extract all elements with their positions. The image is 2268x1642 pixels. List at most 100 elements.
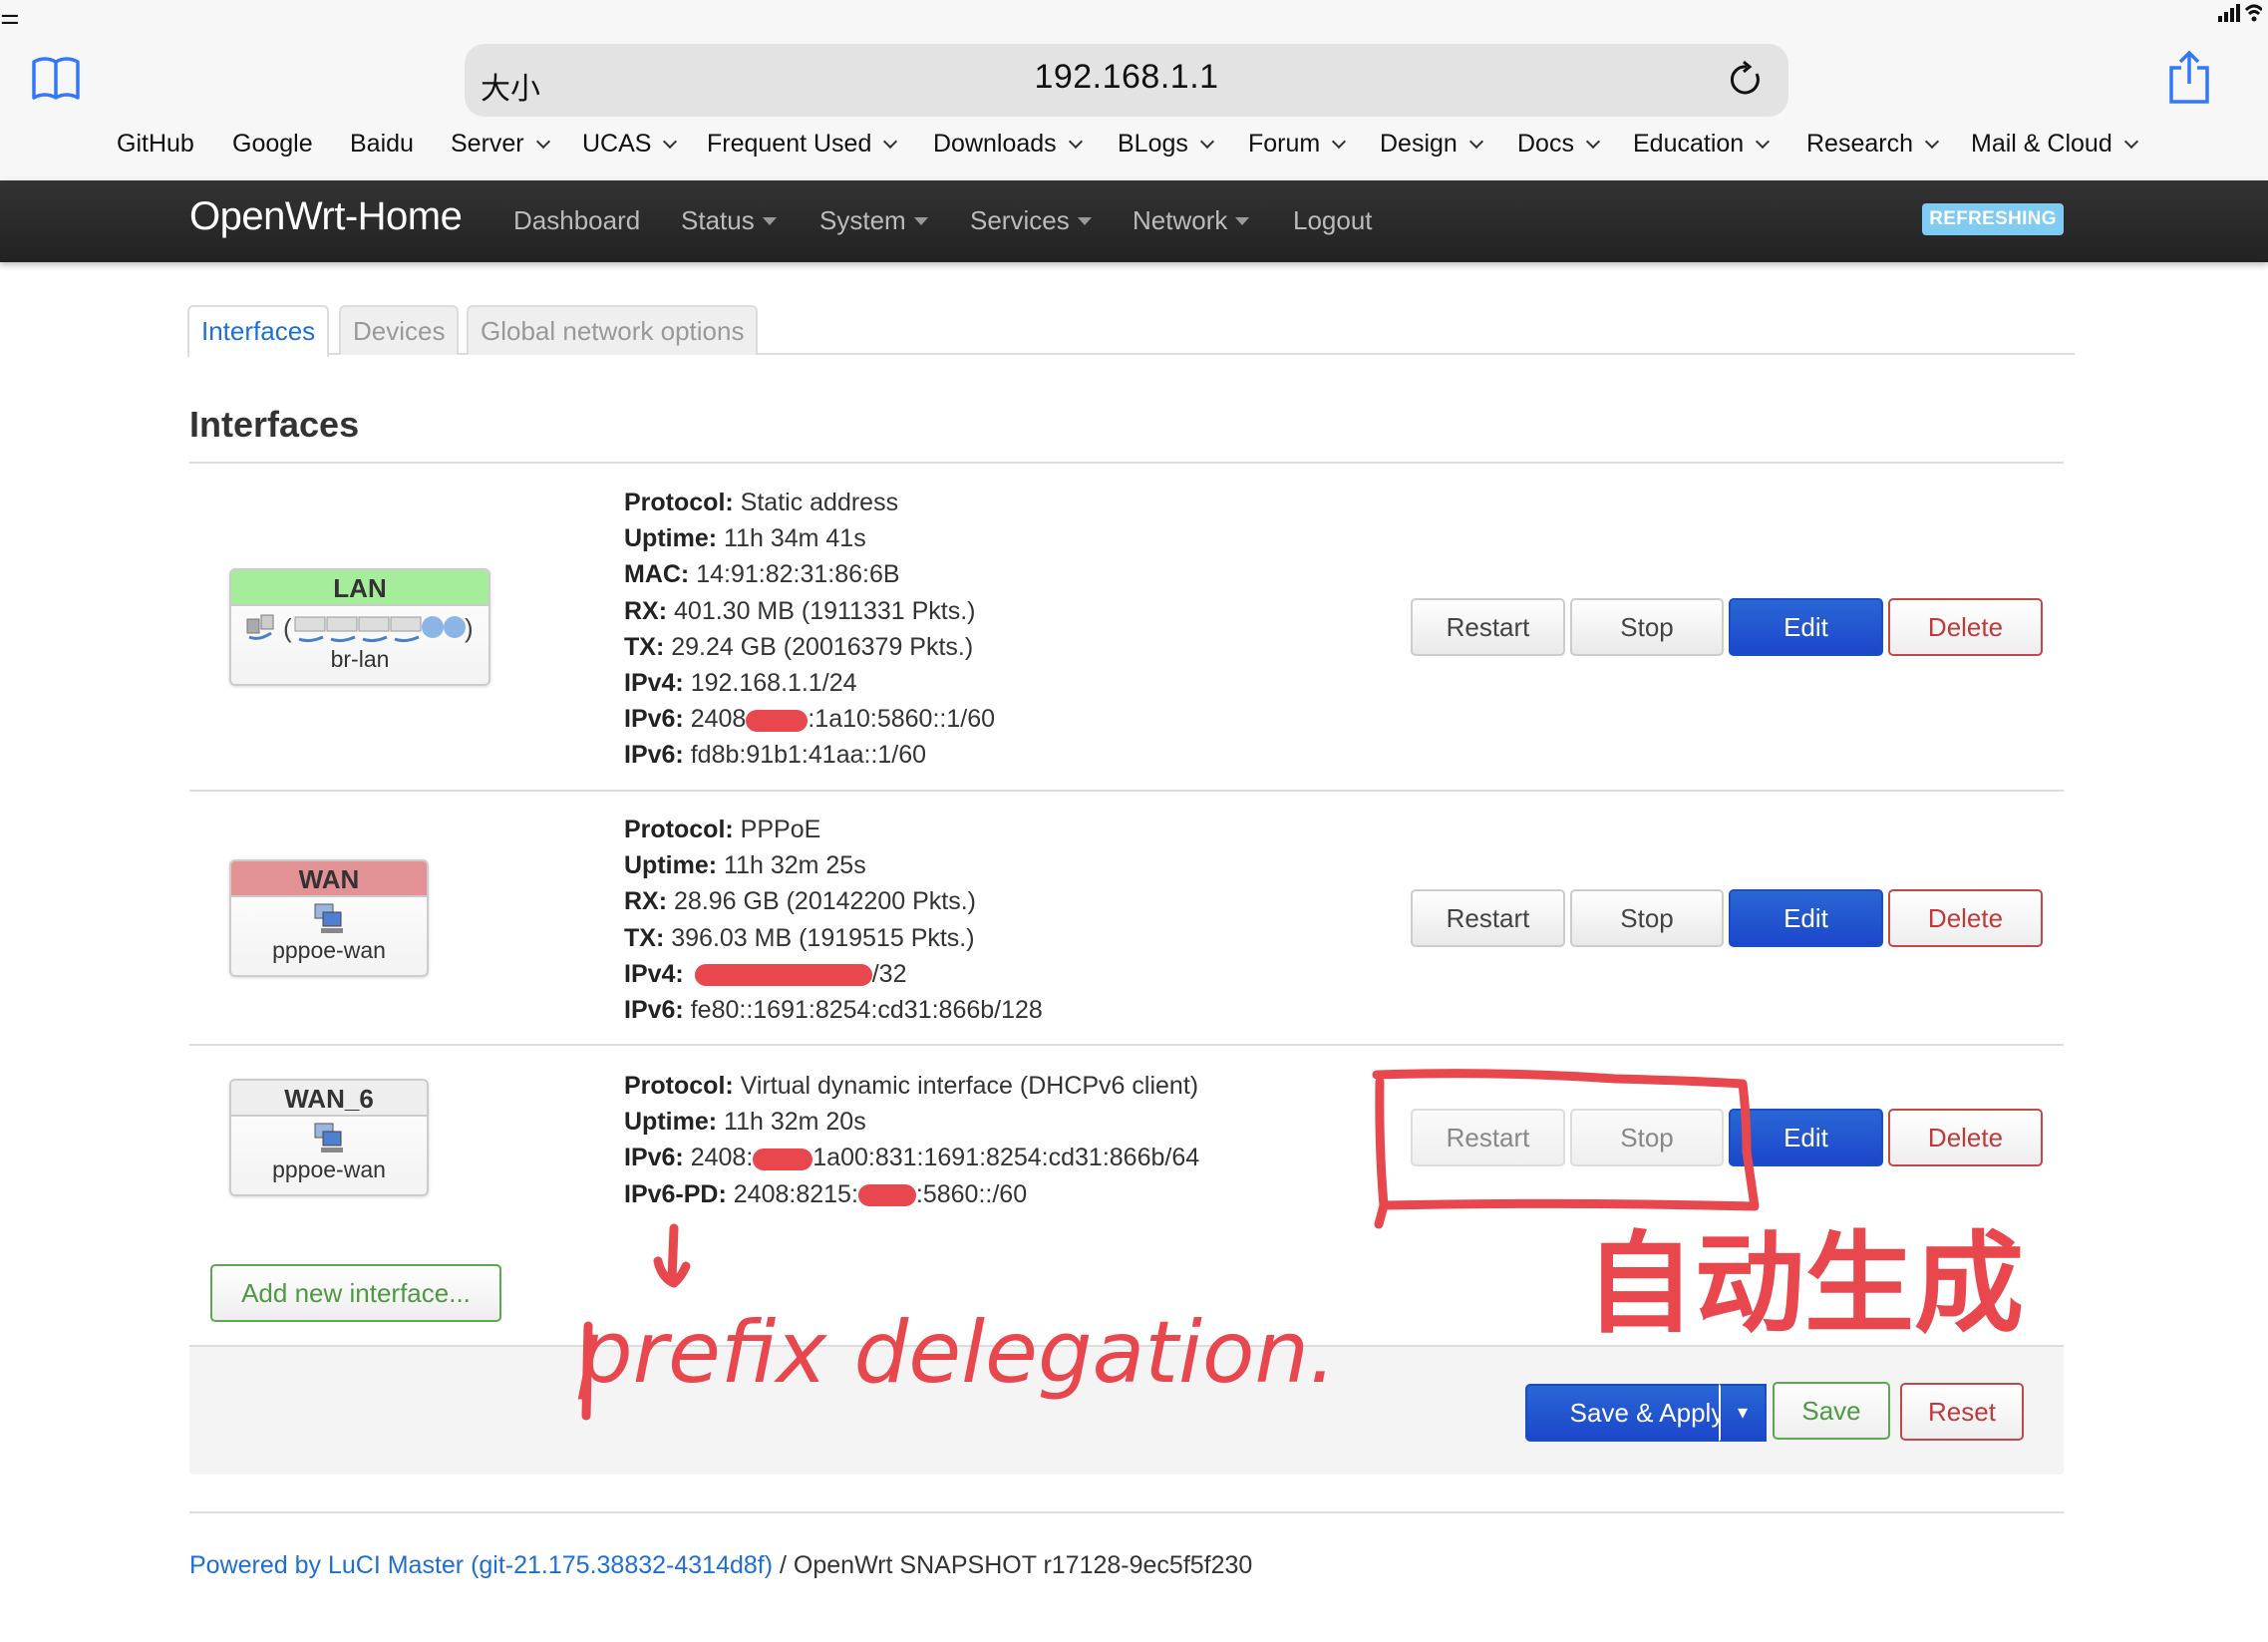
redaction-mark [746, 709, 809, 732]
nav-logout[interactable]: Logout [1293, 205, 1373, 236]
edit-button[interactable]: Edit [1729, 889, 1883, 947]
bridge-ports-icons: ( ) [231, 610, 488, 646]
nav-dashboard[interactable]: Dashboard [513, 205, 640, 236]
detail-uptime: Uptime: 11h 32m 20s [624, 1108, 866, 1137]
svg-text:(: ( [283, 613, 292, 643]
brand-logo[interactable]: OpenWrt-Home [189, 194, 463, 239]
device-name: br-lan [330, 646, 390, 672]
status-bar-icons [2218, 2, 2264, 29]
nav-system[interactable]: System [819, 205, 928, 236]
svg-text:): ) [465, 613, 474, 643]
edit-button[interactable]: Edit [1729, 598, 1883, 656]
status-bar-indicator: ⚌ [0, 4, 20, 29]
add-new-interface-button[interactable]: Add new interface... [210, 1264, 501, 1322]
stop-button[interactable]: Stop [1570, 889, 1724, 947]
redaction-mark [694, 964, 872, 987]
bookmarks-bar: GitHub Google Baidu Server UCAS Frequent… [0, 130, 2268, 169]
bookmark-folder-research[interactable]: Research [1806, 130, 1940, 159]
interface-name: WAN [231, 861, 427, 897]
save-apply-dropdown-button[interactable]: ▾ [1719, 1384, 1767, 1442]
footer: Powered by LuCI Master (git-21.175.38832… [189, 1551, 1252, 1580]
url-text[interactable]: 192.168.1.1 [465, 58, 1788, 97]
detail-tx: TX: 396.03 MB (1919515 Pkts.) [624, 923, 975, 952]
bookmark-google[interactable]: Google [232, 130, 313, 159]
luci-navbar: OpenWrt-Home Dashboard Status System Ser… [0, 180, 2268, 262]
delete-button[interactable]: Delete [1888, 598, 2043, 656]
divider [189, 462, 2064, 464]
delete-button[interactable]: Delete [1888, 1109, 2043, 1166]
detail-uptime: Uptime: 11h 32m 25s [624, 851, 866, 880]
bookmark-folder-ucas[interactable]: UCAS [582, 130, 678, 159]
bookmark-folder-blogs[interactable]: BLogs [1118, 130, 1214, 159]
pppoe-icon [231, 1121, 427, 1156]
redaction-mark [753, 1148, 813, 1170]
bookmark-folder-frequent-used[interactable]: Frequent Used [707, 130, 898, 159]
restart-button[interactable]: Restart [1411, 598, 1565, 656]
network-ports-icon: ( ) [246, 613, 474, 643]
tab-devices[interactable]: Devices [339, 305, 460, 355]
luci-version-link[interactable]: Powered by LuCI Master (git-21.175.38832… [189, 1551, 773, 1579]
detail-rx: RX: 28.96 GB (20142200 Pkts.) [624, 887, 976, 916]
interface-badge-wan6[interactable]: WAN_6 pppoe-wan [229, 1079, 429, 1196]
detail-ipv6: IPv6: fd8b:91b1:41aa::1/60 [624, 741, 927, 770]
chevron-down-icon [1924, 134, 1940, 150]
refreshing-badge[interactable]: REFRESHING [1922, 203, 2064, 235]
detail-protocol: Protocol: PPPoE [624, 816, 821, 843]
bookmark-folder-server[interactable]: Server [451, 130, 550, 159]
interface-name: WAN_6 [231, 1081, 427, 1117]
caret-down-icon [1235, 217, 1250, 225]
network-tabs: Interfaces Devices Global network option… [187, 305, 2075, 357]
openwrt-version-text: / OpenWrt SNAPSHOT r17128-9ec5f5f230 [773, 1551, 1253, 1579]
divider [189, 1044, 2064, 1046]
delete-button[interactable]: Delete [1888, 889, 2043, 947]
interface-details-wan6: Protocol: Virtual dynamic interface (DHC… [624, 1068, 1199, 1212]
detail-protocol: Protocol: Static address [624, 489, 899, 516]
device-name: pppoe-wan [272, 1156, 386, 1182]
divider [189, 1511, 2064, 1513]
caret-down-icon [1077, 217, 1092, 225]
reset-button[interactable]: Reset [1900, 1383, 2024, 1441]
chevron-down-icon [883, 134, 898, 150]
chevron-down-icon [663, 134, 678, 150]
stop-button[interactable]: Stop [1570, 598, 1724, 656]
divider [189, 790, 2064, 792]
bookmarks-book-icon[interactable] [30, 56, 82, 102]
stop-button[interactable]: Stop [1570, 1109, 1724, 1166]
bookmark-folder-education[interactable]: Education [1633, 130, 1771, 159]
restart-button[interactable]: Restart [1411, 1109, 1565, 1166]
detail-ipv6: IPv6: fe80::1691:8254:cd31:866b/128 [624, 996, 1043, 1025]
interface-badge-wan[interactable]: WAN pppoe-wan [229, 859, 429, 977]
chevron-down-icon [2123, 134, 2138, 150]
detail-ipv4: IPv4: /32 [624, 959, 907, 988]
chevron-down-icon [535, 134, 550, 150]
signal-wifi-icon [2218, 4, 2264, 22]
nav-services[interactable]: Services [970, 205, 1092, 236]
detail-protocol: Protocol: Virtual dynamic interface (DHC… [624, 1072, 1199, 1100]
reload-icon[interactable] [1727, 60, 1767, 100]
bookmark-folder-mail-cloud[interactable]: Mail & Cloud [1971, 130, 2138, 159]
detail-ipv6: IPv6: 2408: 1a00:831:1691:8254:cd31:866b/… [624, 1144, 1200, 1172]
bookmark-github[interactable]: GitHub [117, 130, 194, 159]
interface-badge-lan[interactable]: LAN ( ) br-lan [229, 568, 490, 686]
chevron-down-icon [1756, 134, 1771, 150]
nav-network[interactable]: Network [1133, 205, 1250, 236]
caret-down-icon [913, 217, 928, 225]
nav-status[interactable]: Status [681, 205, 777, 236]
bookmark-folder-design[interactable]: Design [1380, 130, 1483, 159]
interface-details-wan: Protocol: PPPoE Uptime: 11h 32m 25s RX: … [624, 812, 1043, 1028]
save-button[interactable]: Save [1773, 1382, 1890, 1440]
bookmark-folder-docs[interactable]: Docs [1517, 130, 1601, 159]
chevron-down-icon [1068, 134, 1083, 150]
tab-interfaces[interactable]: Interfaces [187, 305, 330, 357]
chevron-down-icon [1585, 134, 1601, 150]
section-title: Interfaces [189, 404, 360, 445]
address-bar[interactable]: 大小 192.168.1.1 [465, 44, 1788, 117]
bookmark-folder-downloads[interactable]: Downloads [933, 130, 1083, 159]
share-icon[interactable] [2167, 50, 2211, 106]
tab-global-network-options[interactable]: Global network options [467, 305, 759, 355]
bookmark-baidu[interactable]: Baidu [350, 130, 414, 159]
bookmark-folder-forum[interactable]: Forum [1248, 130, 1347, 159]
restart-button[interactable]: Restart [1411, 889, 1565, 947]
edit-button[interactable]: Edit [1729, 1109, 1883, 1166]
device-name: pppoe-wan [272, 937, 386, 963]
